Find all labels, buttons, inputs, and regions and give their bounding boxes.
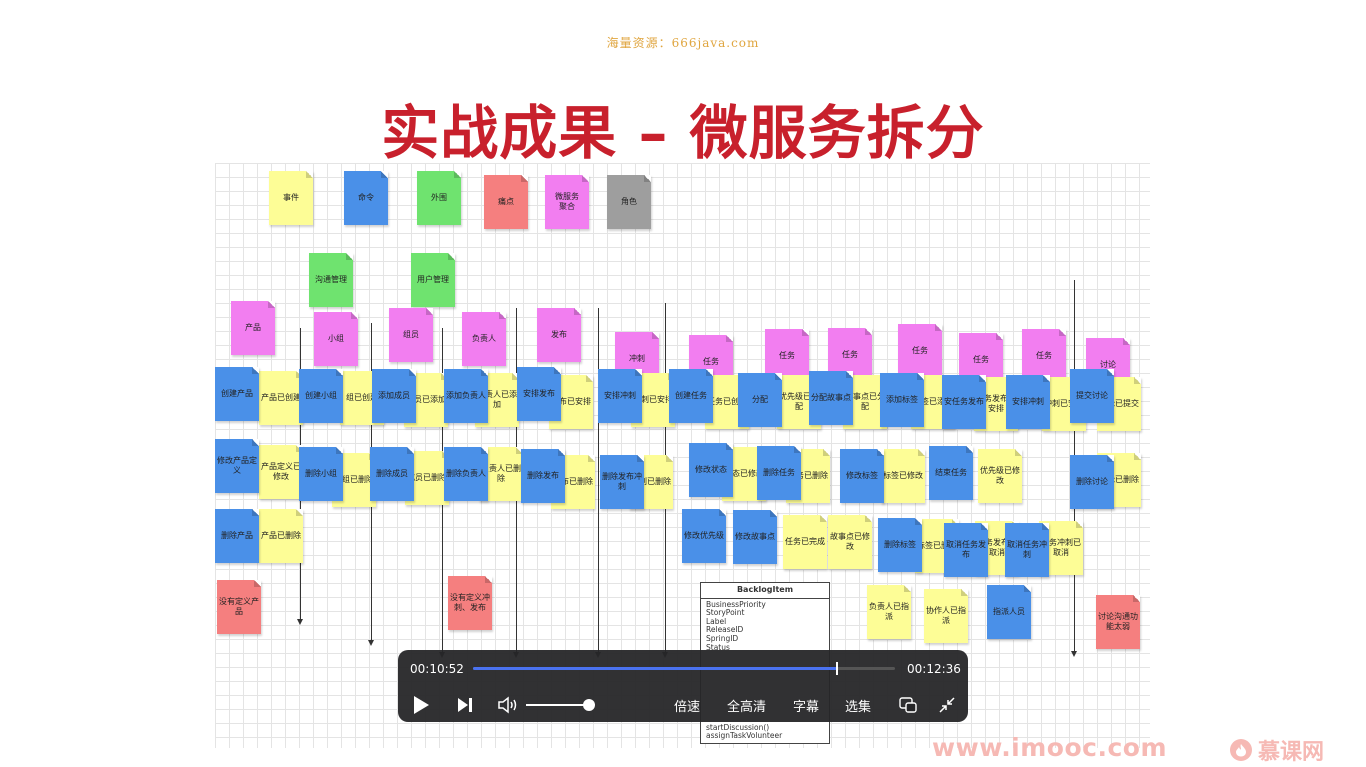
volume-knob[interactable] <box>582 699 595 711</box>
command-assign: 分配 <box>738 373 782 427</box>
volume-button[interactable] <box>496 694 520 716</box>
command-schedule-sprint: 安排冲刺 <box>598 369 642 423</box>
context-user: 用户管理 <box>411 253 455 307</box>
exit-fullscreen-icon <box>939 697 955 713</box>
command-designate: 指派人员 <box>987 585 1031 639</box>
command-cancel-task-release: 取消任务发布 <box>944 523 988 577</box>
progress-handle[interactable] <box>835 662 838 675</box>
command-delete-owner: 删除负责人 <box>444 447 488 501</box>
command-delete-product: 删除产品 <box>215 509 259 563</box>
pip-button[interactable] <box>897 694 919 716</box>
command-modify-status: 修改状态 <box>689 443 733 497</box>
imooc-url: www.imooc.com <box>932 733 1168 762</box>
command-modify-story: 修改故事点 <box>733 510 777 564</box>
aggregate-group: 小组 <box>314 312 358 366</box>
context-communication: 沟通管理 <box>309 253 353 307</box>
command-add-member: 添加成员 <box>372 369 416 423</box>
event-story-modified: 故事点已修改 <box>828 515 872 569</box>
command-end-task: 结束任务 <box>929 446 973 500</box>
pain-discussion-weak: 讨论沟通功能太弱 <box>1096 595 1140 649</box>
pain-undefined-product: 没有定义产品 <box>217 580 261 634</box>
legend-aggregate: 微服务 聚合 <box>545 175 589 229</box>
aggregate-release: 发布 <box>537 308 581 362</box>
episodes-button[interactable]: 选集 <box>845 696 871 715</box>
legend-command: 命令 <box>344 171 388 225</box>
subtitle-button[interactable]: 字幕 <box>793 696 819 715</box>
command-delete-release-sprint: 删除发布冲刺 <box>600 455 644 509</box>
quality-button[interactable]: 全高清 <box>727 696 766 715</box>
command-schedule-release: 安排发布 <box>517 367 561 421</box>
command-create-group: 创建小组 <box>299 369 343 423</box>
command-cancel-task-sprint: 取消任务冲刺 <box>1005 523 1049 577</box>
volume-slider[interactable] <box>526 699 595 711</box>
event-product-created: 产品已创建 <box>259 371 303 425</box>
event-tag-modified: 标签已修改 <box>881 449 925 503</box>
legend-event: 事件 <box>269 171 313 225</box>
command-create-task: 创建任务 <box>669 369 713 423</box>
command-schedule-task-release: 安任务发布 <box>942 375 986 429</box>
event-collaborator-designated: 协作人已指派 <box>924 589 968 643</box>
play-button[interactable] <box>410 694 432 716</box>
event-product-deleted: 产品已删除 <box>259 509 303 563</box>
flame-icon <box>1230 739 1252 761</box>
aggregate-task: 任务 <box>898 324 942 378</box>
imooc-name: 慕课网 <box>1258 740 1325 765</box>
progress-bar[interactable] <box>473 662 895 675</box>
pain-undefined-sprint: 没有定义冲刺、发布 <box>448 576 492 630</box>
current-time: 00:10:52 <box>410 662 464 676</box>
next-icon <box>458 698 472 712</box>
slide-title: 实战成果 – 微服务拆分 <box>381 99 985 167</box>
pip-icon <box>899 697 917 713</box>
boundary-line <box>595 308 601 658</box>
aggregate-member: 组员 <box>389 308 433 362</box>
event-priority-changed: 优先级已修改 <box>978 449 1022 503</box>
legend-external: 外围 <box>417 171 461 225</box>
progress-fill <box>473 667 837 670</box>
command-delete-member: 删除成员 <box>370 447 414 501</box>
exit-fullscreen-button[interactable] <box>936 694 958 716</box>
play-icon <box>414 696 429 714</box>
aggregate-owner: 负责人 <box>462 312 506 366</box>
command-add-tag: 添加标签 <box>880 373 924 427</box>
total-time: 00:12:36 <box>907 662 961 676</box>
command-modify-priority: 修改优先级 <box>682 509 726 563</box>
event-priority-modified: 任务已完成 <box>783 515 827 569</box>
command-delete-tag: 删除标签 <box>878 518 922 572</box>
legend-pain: 痛点 <box>484 175 528 229</box>
command-delete-task: 删除任务 <box>757 446 801 500</box>
watermark-text: 海量资源：666java.com <box>606 36 760 50</box>
command-add-owner: 添加负责人 <box>444 369 488 423</box>
command-modify-product: 修改产品定义 <box>215 439 259 493</box>
command-schedule-sprint-2: 安排冲刺 <box>1006 375 1050 429</box>
legend-role: 角色 <box>607 175 651 229</box>
command-delete-discussion: 删除讨论 <box>1070 455 1114 509</box>
command-modify-tag: 修改标签 <box>840 449 884 503</box>
command-assign-story: 分配故事点 <box>809 371 853 425</box>
next-button[interactable] <box>454 694 476 716</box>
event-product-modified: 产品定义已修改 <box>259 445 303 499</box>
uml-fields: BusinessPriority StoryPoint Label Releas… <box>701 599 829 655</box>
command-submit-discussion: 提交讨论 <box>1070 369 1114 423</box>
uml-methods: startDiscussion() assignTaskVolunteer <box>706 723 783 741</box>
speed-button[interactable]: 倍速 <box>674 696 700 715</box>
video-player-controls: 00:10:52 00:12:36 倍速 全高清 字幕 选集 <box>398 650 968 722</box>
command-create-product: 创建产品 <box>215 367 259 421</box>
event-owner-designated: 负责人已指派 <box>867 585 911 639</box>
uml-title: BacklogItem <box>701 583 829 599</box>
aggregate-product: 产品 <box>231 301 275 355</box>
command-delete-release: 删除发布 <box>521 449 565 503</box>
volume-icon <box>498 696 517 714</box>
uml-method: assignTaskVolunteer <box>706 731 783 741</box>
imooc-logo: 慕课网 <box>1230 734 1324 766</box>
command-delete-group: 删除小组 <box>299 447 343 501</box>
